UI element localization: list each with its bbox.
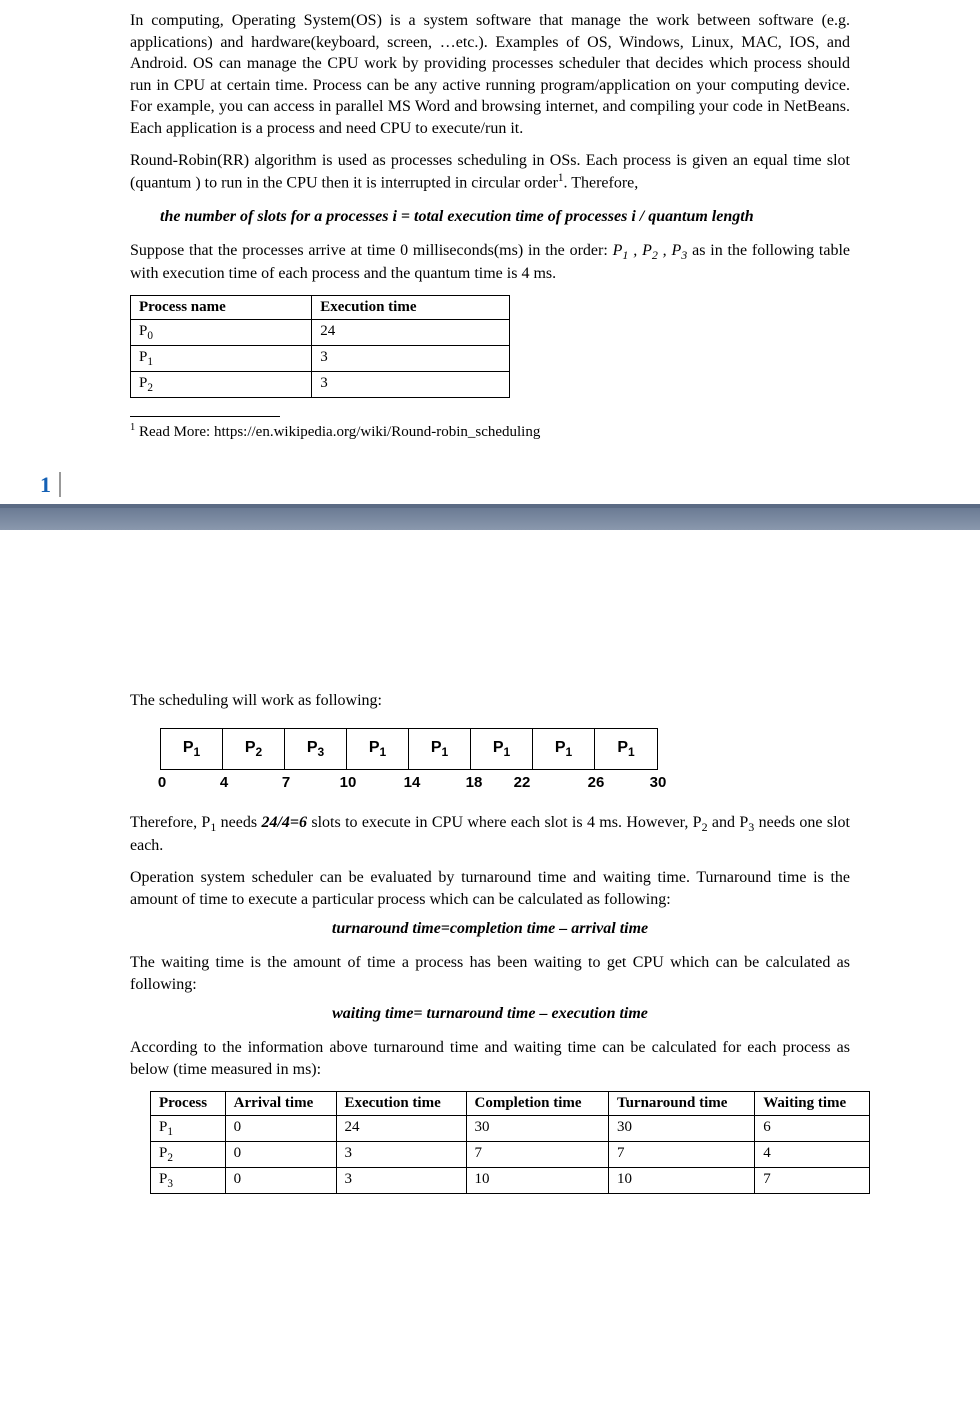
slots-explanation: Therefore, P1 needs 24/4=6 slots to exec… bbox=[130, 812, 850, 857]
results-intro: According to the information above turna… bbox=[130, 1037, 850, 1080]
col-turn: Turnaround time bbox=[608, 1091, 754, 1115]
gantt-tick: 14 bbox=[404, 774, 421, 791]
gantt-tick: 22 bbox=[514, 774, 531, 791]
col-wait: Waiting time bbox=[755, 1091, 870, 1115]
intro-paragraph-2: Round-Robin(RR) algorithm is used as pro… bbox=[130, 150, 850, 195]
gantt-cell: P1 bbox=[347, 729, 409, 769]
waiting-formula: waiting time= turnaround time – executio… bbox=[130, 1005, 850, 1023]
gantt-cell: P2 bbox=[223, 729, 285, 769]
col-execution-time: Execution time bbox=[312, 296, 510, 320]
table-row: P1 0 24 30 30 6 bbox=[151, 1115, 870, 1141]
rr-paragraph-text-b: . Therefore, bbox=[564, 174, 639, 191]
waiting-desc: The waiting time is the amount of time a… bbox=[130, 952, 850, 995]
gantt-cell: P1 bbox=[409, 729, 471, 769]
page-number-bar: 1 bbox=[0, 466, 980, 508]
gantt-cell: P3 bbox=[285, 729, 347, 769]
gantt-tick: 30 bbox=[650, 774, 667, 791]
table-row: P0 24 bbox=[131, 320, 510, 346]
footnote-link[interactable]: https://en.wikipedia.org/wiki/Round-robi… bbox=[214, 424, 540, 440]
footnote-separator bbox=[130, 416, 280, 417]
gantt-cell: P1 bbox=[595, 729, 657, 769]
suppose-paragraph: Suppose that the processes arrive at tim… bbox=[130, 240, 850, 285]
suppose-text-a: Suppose that the processes arrive at tim… bbox=[130, 242, 613, 259]
intro-paragraph-1: In computing, Operating System(OS) is a … bbox=[130, 10, 850, 140]
page-gap bbox=[0, 508, 980, 530]
col-arrival: Arrival time bbox=[225, 1091, 336, 1115]
gantt-chart-wrapper: P1P2P3P1P1P1P1P1 047101418222630 bbox=[160, 728, 850, 796]
gantt-tick: 4 bbox=[220, 774, 228, 791]
table-row: P2 0 3 7 7 4 bbox=[151, 1141, 870, 1167]
col-exec: Execution time bbox=[336, 1091, 466, 1115]
page-2: The scheduling will work as following: P… bbox=[0, 530, 980, 1223]
col-process-name: Process name bbox=[131, 296, 312, 320]
gantt-ticks: 0 4 7 10 14 18 22 26 30 bbox=[160, 774, 670, 796]
col-process: Process bbox=[151, 1091, 226, 1115]
gantt-tick: 0 bbox=[158, 774, 166, 791]
gantt-tick: 26 bbox=[588, 774, 605, 791]
table-row: P1 3 bbox=[131, 346, 510, 372]
turnaround-formula: turnaround time=completion time – arriva… bbox=[130, 920, 850, 938]
process-list: P1 , P2 , P3 bbox=[613, 242, 688, 259]
gantt-tick: 10 bbox=[340, 774, 357, 791]
gantt-cell: P1 bbox=[533, 729, 595, 769]
scheduling-intro: The scheduling will work as following: bbox=[130, 690, 850, 712]
results-table: Process Arrival time Execution time Comp… bbox=[150, 1091, 870, 1194]
page-1: In computing, Operating System(OS) is a … bbox=[0, 10, 980, 466]
gantt-chart: P1P2P3P1P1P1P1P1 bbox=[160, 728, 658, 770]
table-row: P3 0 3 10 10 7 bbox=[151, 1167, 870, 1193]
turnaround-desc: Operation system scheduler can be evalua… bbox=[130, 867, 850, 910]
gantt-cell: P1 bbox=[161, 729, 223, 769]
page-number: 1 bbox=[40, 472, 61, 497]
gantt-tick: 7 bbox=[282, 774, 290, 791]
gantt-tick: 18 bbox=[466, 774, 483, 791]
rr-paragraph-text-a: Round-Robin(RR) algorithm is used as pro… bbox=[130, 152, 850, 192]
process-exec-table: Process name Execution time P0 24 P1 3 P… bbox=[130, 295, 510, 398]
table-row: P2 3 bbox=[131, 372, 510, 398]
slots-formula: the number of slots for a processes i = … bbox=[160, 208, 850, 226]
gantt-cell: P1 bbox=[471, 729, 533, 769]
col-complete: Completion time bbox=[466, 1091, 608, 1115]
footnote-1: 1 Read More: https://en.wikipedia.org/wi… bbox=[130, 421, 850, 442]
